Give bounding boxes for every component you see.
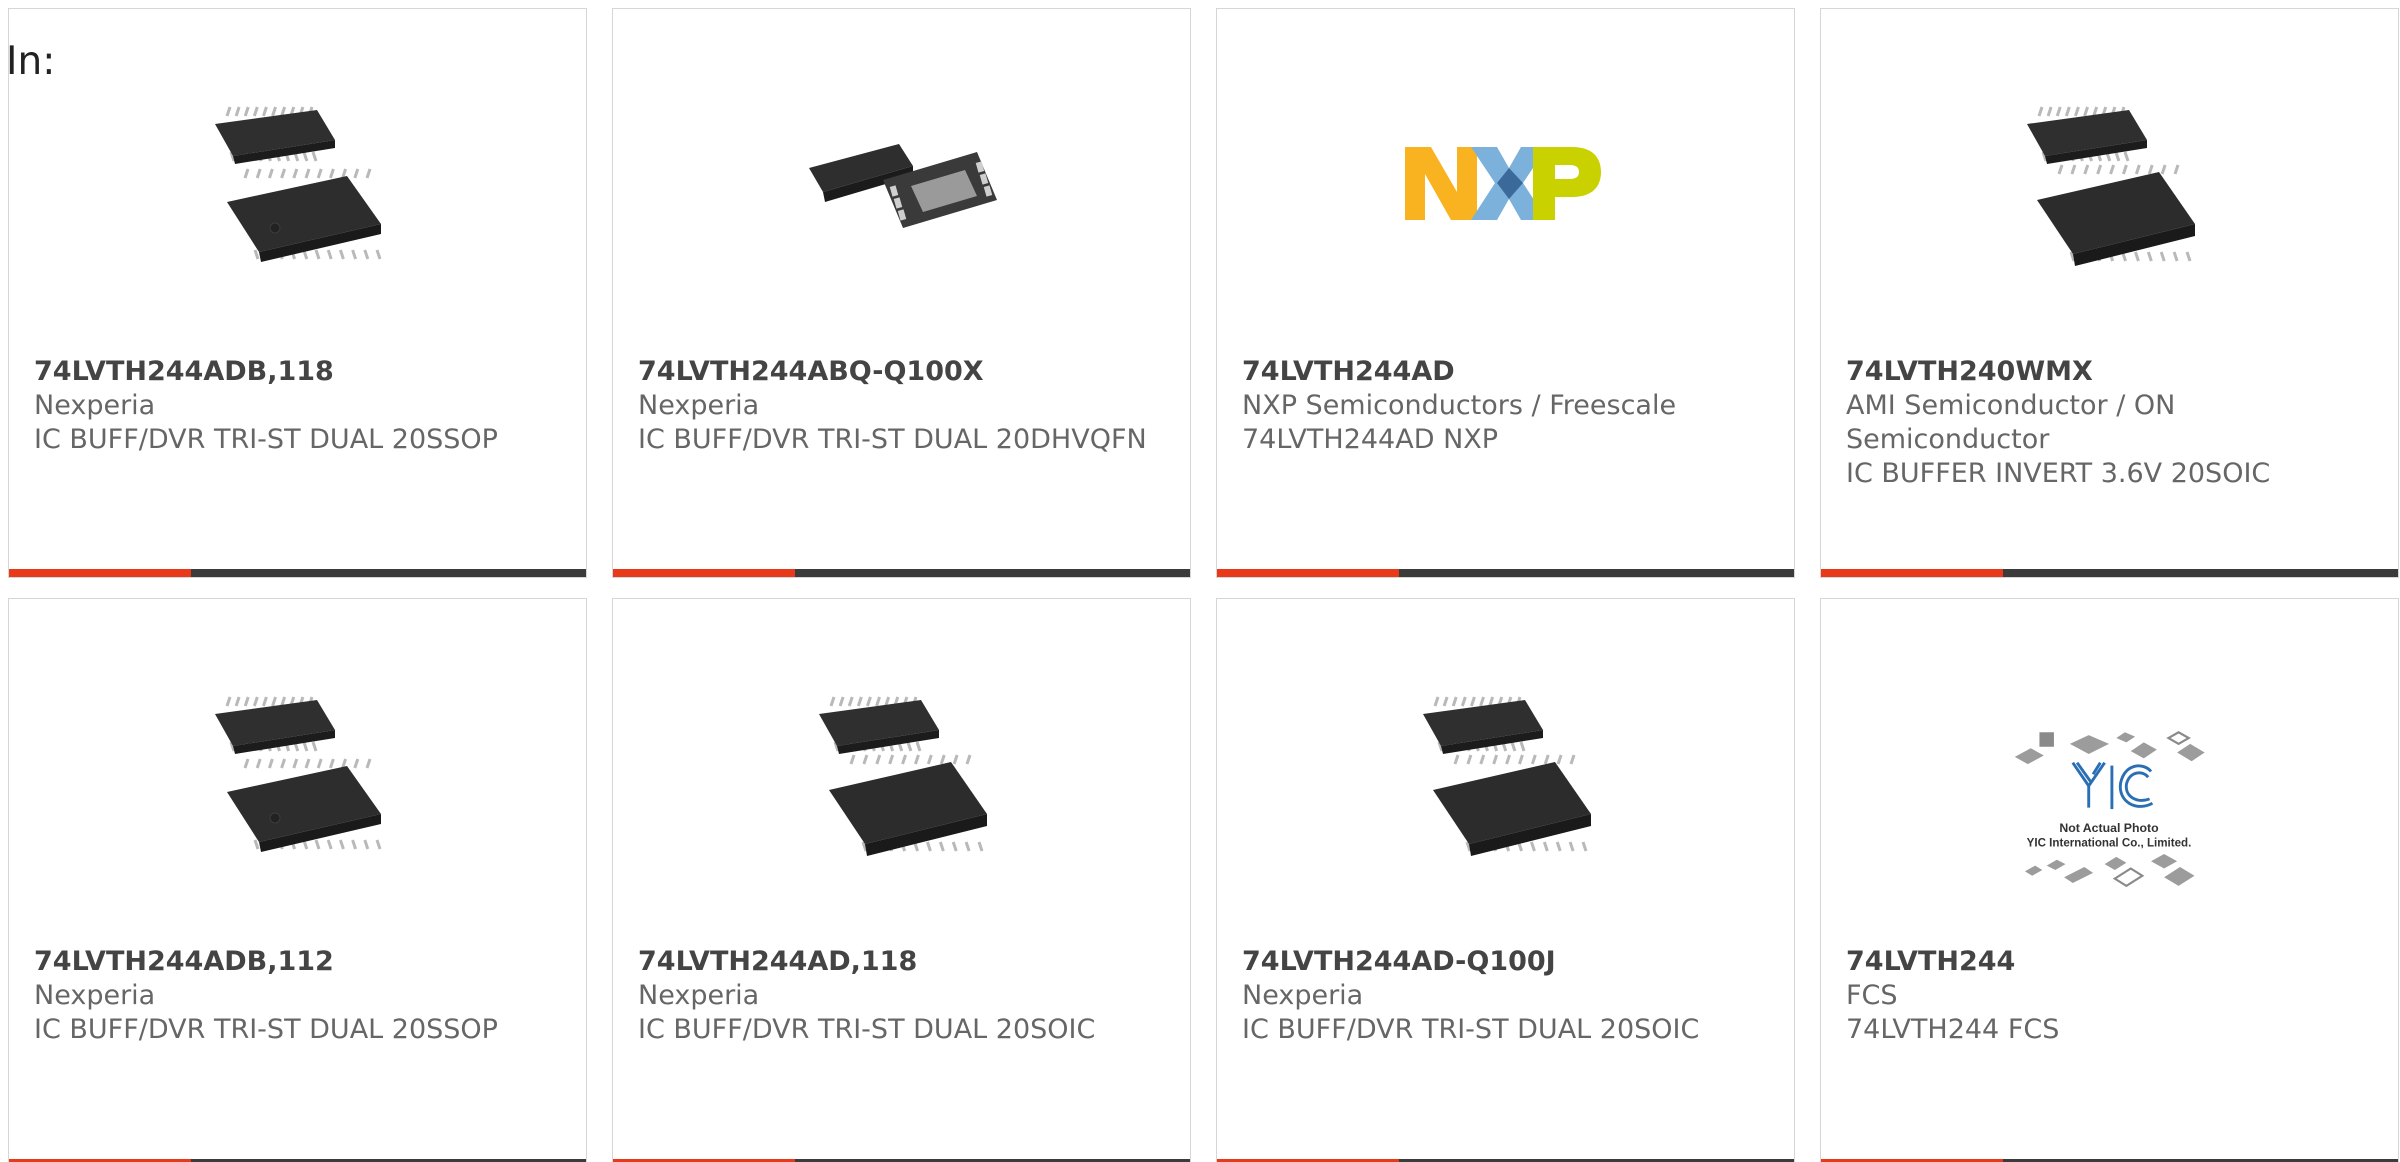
description: IC BUFF/DVR TRI-ST DUAL 20SSOP [34,424,498,455]
card-bar-accent [1821,569,2003,577]
manufacturer: Nexperia [34,980,156,1011]
qfn-chip-icon [801,82,1001,282]
description: 74LVTH244 FCS [1846,1014,2060,1045]
description: IC BUFFER INVERT 3.6V 20SOIC [1846,458,2271,489]
part-number[interactable]: 74LVTH244ADB,112 [34,945,566,979]
manufacturer: FCS [1846,980,1898,1011]
product-card[interactable]: 74LVTH244AD-Q100J Nexperia IC BUFF/DVR T… [1216,598,1795,1162]
yic-watermark-company: YIC International Co., Limited. [2027,838,2192,850]
ssop-chip-icon [197,672,397,872]
description: IC BUFF/DVR TRI-ST DUAL 20SOIC [1242,1014,1700,1045]
soic-chip-icon [1405,672,1605,872]
product-card[interactable]: 74LVTH244ADB,118 Nexperia IC BUFF/DVR TR… [8,8,587,578]
card-bar-accent [9,569,191,577]
manufacturer: Nexperia [638,980,760,1011]
product-card[interactable]: 74LVTH240WMX AMI Semiconductor / ON Semi… [1820,8,2399,578]
description: IC BUFF/DVR TRI-ST DUAL 20DHVQFN [638,424,1147,455]
product-card[interactable]: 74LVTH244ABQ-Q100X Nexperia IC BUFF/DVR … [612,8,1191,578]
manufacturer: Nexperia [34,390,156,421]
product-card[interactable]: Not Actual Photo YIC International Co., … [1820,598,2399,1162]
description: IC BUFF/DVR TRI-ST DUAL 20SOIC [638,1014,1096,1045]
description: IC BUFF/DVR TRI-ST DUAL 20SSOP [34,1014,498,1045]
nxp-logo [1405,82,1605,282]
product-card[interactable]: 74LVTH244AD NXP Semiconductors / Freesca… [1216,8,1795,578]
soic-chip-icon [801,672,1001,872]
part-number[interactable]: 74LVTH244AD,118 [638,945,1170,979]
card-bar [613,569,1190,577]
yic-watermark-text: Not Actual Photo [2059,821,2159,835]
card-bar [1821,569,2398,577]
part-number[interactable]: 74LVTH244ADB,118 [34,355,566,389]
part-number[interactable]: 74LVTH244AD-Q100J [1242,945,1774,979]
part-number[interactable]: 74LVTH240WMX [1846,355,2378,389]
manufacturer: AMI Semiconductor / ON Semiconductor [1846,390,2176,455]
description: 74LVTH244AD NXP [1242,424,1499,455]
part-number[interactable]: 74LVTH244 [1846,945,2378,979]
product-card[interactable]: 74LVTH244AD,118 Nexperia IC BUFF/DVR TRI… [612,598,1191,1162]
manufacturer: NXP Semiconductors / Freescale [1242,390,1677,421]
manufacturer: Nexperia [1242,980,1364,1011]
part-number[interactable]: 74LVTH244AD [1242,355,1774,389]
soic-chip-icon [2009,82,2209,282]
yic-placeholder-logo: Not Actual Photo YIC International Co., … [1971,679,2247,929]
page-prefix-label: In: [6,39,56,84]
product-card[interactable]: 74LVTH244ADB,112 Nexperia IC BUFF/DVR TR… [8,598,587,1162]
card-bar [9,569,586,577]
card-bar-accent [613,569,795,577]
ssop-chip-icon [197,82,397,282]
manufacturer: Nexperia [638,390,760,421]
card-bar-accent [1217,569,1399,577]
card-bar [1217,569,1794,577]
part-number[interactable]: 74LVTH244ABQ-Q100X [638,355,1170,389]
